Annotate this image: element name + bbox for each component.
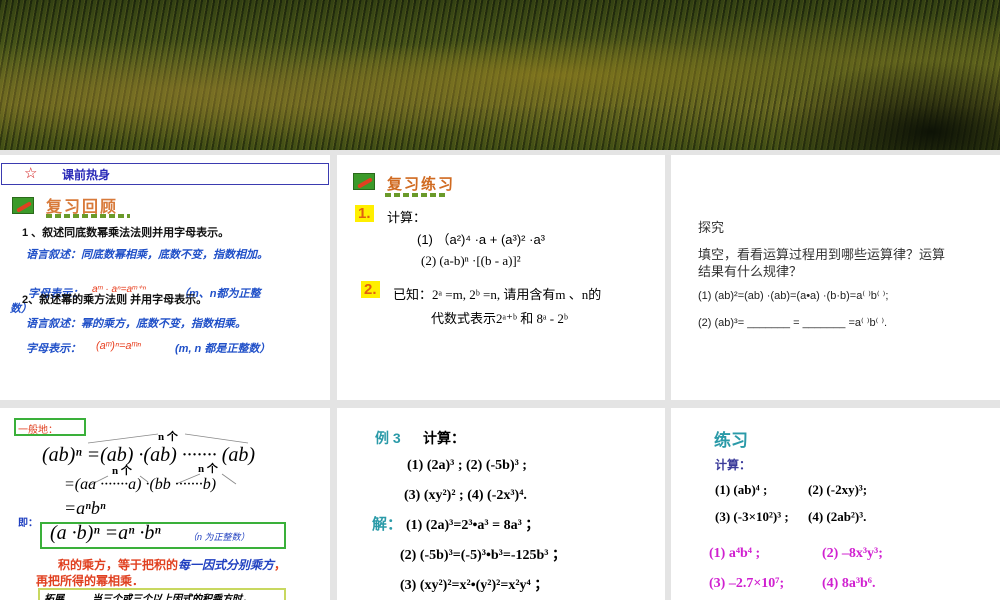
- problem-line-2: (3) (xy²)² ; (4) (-2x³)⁴.: [404, 488, 527, 503]
- problem-4: (4) (2ab²)³.: [808, 509, 867, 524]
- number-badge-2: 2.: [361, 281, 380, 298]
- q2-verbal: 语言叙述：幂的乘方，底数不变，指数相乘。: [26, 318, 246, 330]
- extension-text: 当三个或三个以上因式的积乘方时，: [92, 594, 252, 600]
- slide-thumbnail-6[interactable]: 练习 计算： (1) (ab)⁴ ; (2) (-2xy)³; (3) (-3×…: [671, 408, 1000, 600]
- slide-title: 练习: [714, 431, 748, 450]
- expansion-line-2: =(aa ·······a) ·(bb ·······b): [64, 476, 217, 493]
- count-label: n 个: [158, 431, 178, 443]
- calc-label: 计算：: [387, 210, 427, 225]
- question-line-2: 结果有什么规律？: [698, 264, 803, 279]
- expansion-line-3: =aⁿbⁿ: [64, 498, 106, 518]
- given-text-2: 代数式表示2ᵃ⁺ᵇ 和 8ᵃ - 2ᵇ: [431, 311, 568, 326]
- example-label: 例 3: [375, 430, 401, 446]
- slide-thumbnail-4[interactable]: 一般地： n 个 n 个 n 个 (ab)ⁿ =(ab) ·(ab) ·····…: [0, 408, 330, 600]
- formula-note: （n 为正整数）: [188, 532, 250, 542]
- star-icon: ☆: [24, 165, 38, 182]
- q2-letter-label: 字母表示：: [26, 343, 81, 355]
- expression-2: (2) (a-b)ⁿ ·[(b - a)]²: [421, 253, 521, 268]
- solution-3: (3) (xy²)²=x²•(y²)²=x²y⁴ ；: [400, 578, 549, 593]
- question-1: 1 、叙述同底数幂乘法法则并用字母表示。: [22, 227, 230, 239]
- slide-thumbnail-2[interactable]: 复习练习 1. 计算： (1) （a²)⁴ ·a + (a³)² ·a³ (2)…: [337, 155, 665, 400]
- pen-icon: [12, 197, 34, 214]
- problem-line-1: (1) (2a)³ ; (2) (-5b)³ ;: [407, 458, 527, 473]
- expression-1: (1) （a²)⁴ ·a + (a³)² ·a³: [417, 232, 546, 247]
- given-text: 已知：2ᵃ =m, 2ᵇ =n, 请用含有m 、n的: [393, 287, 602, 302]
- divider: [46, 214, 130, 218]
- slide-thumbnail-5[interactable]: 例 3 计算： (1) (2a)³ ; (2) (-5b)³ ; (3) (xy…: [337, 408, 665, 600]
- equation-1: (1) (ab)²=(ab) ·(ab)=(a•a) ·(b·b)=a⁽ ⁾b⁽…: [698, 290, 889, 302]
- formula: (a ·b)ⁿ =aⁿ ·bⁿ: [50, 522, 161, 544]
- header-box: [1, 163, 329, 185]
- solution-2: (2) (-5b)³=(-5)³•b³=-125b³ ；: [400, 548, 566, 563]
- calc-label: 计算：: [423, 430, 465, 446]
- number-badge-1: 1.: [355, 205, 374, 222]
- answer-1: (1) a⁴b⁴ ;: [709, 546, 761, 561]
- q2-note: (m, n 都是正整数）: [175, 343, 271, 355]
- slide-title: 探究: [698, 220, 725, 235]
- pen-icon: [353, 173, 375, 190]
- rule-line-2: 再把所得的幂相乘．: [36, 574, 145, 588]
- rule-line-1: 积的乘方，等于把积的每一因式分别乘方，: [58, 558, 287, 572]
- extension-label: 拓展: [44, 594, 64, 600]
- problem-2: (2) (-2xy)³;: [808, 482, 868, 497]
- problem-3: (3) (-3×10²)³ ;: [715, 509, 789, 524]
- slide-thumbnail-1[interactable]: ☆ 课前热身 复习回顾 1 、叙述同底数幂乘法法则并用字母表示。 语言叙述：同底…: [0, 155, 330, 400]
- ji-label: 即：: [18, 518, 38, 529]
- question-2: 2、叙述幂的乘方法则 并用字母表示。: [22, 294, 208, 306]
- answer-2: (2) –8x³y³;: [822, 546, 883, 561]
- slide-title: 复习练习: [387, 176, 456, 193]
- equation-2: (2) (ab)³= _______ = _______ =a⁽ ⁾b⁽ ⁾.: [698, 317, 888, 329]
- expansion-line-1: (ab)ⁿ =(ab) ·(ab) ······· (ab): [42, 444, 256, 466]
- calc-label: 计算：: [715, 458, 752, 472]
- answer-3: (3) –2.7×10⁷;: [709, 576, 785, 591]
- slide-thumbnail-3[interactable]: 探究 填空，看看运算过程用到哪些运算律？运算 结果有什么规律？ (1) (ab)…: [671, 155, 1000, 400]
- q1-verbal: 语言叙述：同底数幂相乘，底数不变，指数相加。: [26, 249, 268, 261]
- problem-1: (1) (ab)⁴ ;: [715, 482, 768, 497]
- header-photo-grass: [0, 0, 1000, 150]
- answer-4: (4) 8a³b⁶.: [822, 576, 876, 591]
- divider: [385, 193, 447, 197]
- solution-1: (1) (2a)³=2³•a³ = 8a³ ；: [406, 518, 540, 533]
- solution-label: 解：: [372, 516, 403, 533]
- header-text: 课前热身: [62, 168, 111, 182]
- q2-formula: (aᵐ)ⁿ=aᵐⁿ: [96, 340, 141, 352]
